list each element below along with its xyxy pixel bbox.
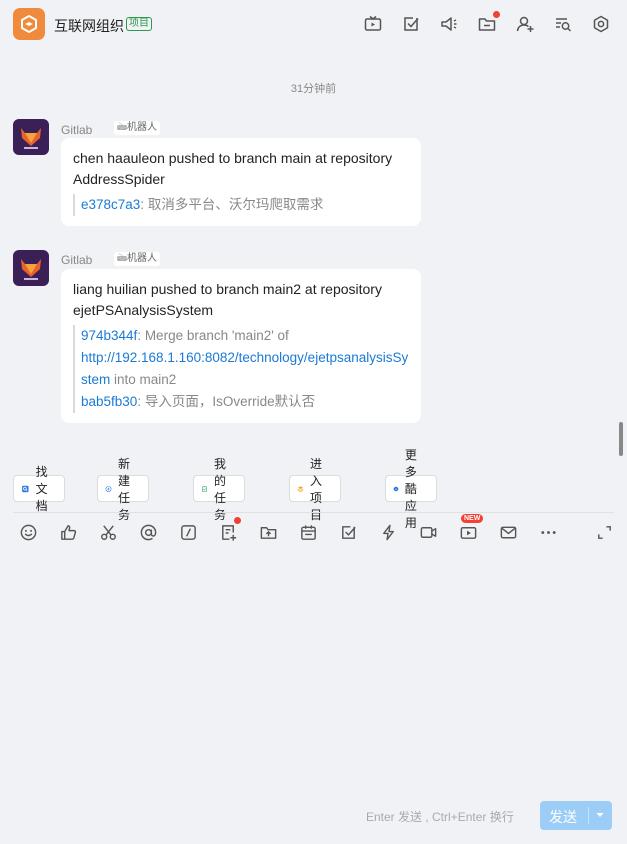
commit-hash-link[interactable]: 974b344f [81,328,137,343]
message-text: chen haauleon pushed to branch main at r… [73,150,393,187]
commit-message: : 导入页面，IsOverride默认否 [137,394,316,409]
sender-name[interactable]: Gitlab [61,253,92,267]
emoji-icon[interactable] [17,521,39,543]
notification-dot [493,11,500,18]
new-badge: NEW [461,514,484,523]
lightning-icon[interactable] [377,521,399,543]
thumbs-up-icon[interactable] [57,521,79,543]
announcement-icon[interactable] [439,14,459,34]
chat-scrollbar[interactable] [619,422,623,456]
new-task-button[interactable]: 新建任务 [97,457,150,522]
video-icon[interactable] [417,521,439,543]
plus-circle-icon [105,485,112,492]
commit-message-tail: into main2 [110,372,177,387]
upload-icon[interactable] [257,521,279,543]
search-list-icon[interactable] [553,14,573,34]
more-apps-label: 更多酷应用 [404,448,417,530]
task-check-icon[interactable] [401,14,421,34]
project-tag: 项目 [126,17,152,31]
enter-project-button[interactable]: 进入项目 [289,457,342,522]
robot-icon: 🖮 [117,253,127,264]
send-label: 发送 [549,809,577,825]
send-hint: Enter 发送 , Ctrl+Enter 换行 [366,810,514,824]
live-icon[interactable] [457,521,479,543]
bot-avatar[interactable] [13,119,49,155]
send-options-chevron-icon[interactable] [596,809,604,821]
commit-item: 974b344f: Merge branch 'main2' of http://… [81,325,409,391]
group-avatar[interactable] [13,8,45,40]
scissors-icon[interactable] [97,521,119,543]
task-icon[interactable] [337,521,359,543]
find-doc-button[interactable]: 找文档 [13,465,66,513]
sender-name[interactable]: Gitlab [61,123,92,137]
bot-avatar[interactable] [13,250,49,286]
gitlab-fox-icon [21,259,41,280]
notification-dot [234,517,241,524]
add-member-icon[interactable] [515,14,535,34]
expand-icon[interactable] [593,521,615,543]
my-tasks-button[interactable]: 我的任务 [193,457,246,522]
robot-tag: 🖮机器人 [114,252,160,266]
slash-command-icon[interactable] [177,521,199,543]
clipboard-check-icon [202,485,207,492]
tv-icon[interactable] [363,14,383,34]
composer-divider [13,512,614,513]
message-bubble[interactable]: liang huilian pushed to branch main2 at … [61,269,421,423]
commit-message: : 取消多平台、沃尔玛爬取需求 [140,197,324,212]
group-title[interactable]: 互联网组织 [54,16,124,36]
commit-list: e378c7a3: 取消多平台、沃尔玛爬取需求 [73,194,409,216]
send-button[interactable]: 发送 [540,801,612,830]
robot-icon: 🖮 [117,122,127,133]
more-apps-button[interactable]: 更多酷应用 [385,448,438,530]
gitlab-fox-icon [21,128,41,149]
doc-add-icon[interactable] [217,521,239,543]
commit-list: 974b344f: Merge branch 'main2' of http://… [73,325,409,413]
robot-tag: 🖮机器人 [114,121,160,135]
commit-item: e378c7a3: 取消多平台、沃尔玛爬取需求 [81,194,409,216]
mention-icon[interactable] [137,521,159,543]
mail-icon[interactable] [497,521,519,543]
send-separator [588,807,589,824]
commit-hash-link[interactable]: e378c7a3 [81,197,140,212]
settings-icon[interactable] [591,14,611,34]
message-bubble[interactable]: chen haauleon pushed to branch main at r… [61,138,421,226]
message-text: liang huilian pushed to branch main2 at … [73,281,382,318]
chat-header: 互联网组织 项目 [0,0,627,50]
layers-icon [297,485,304,492]
calendar-icon[interactable] [297,521,319,543]
cool-app-icon [393,486,399,491]
commit-hash-link[interactable]: bab5fb30 [81,394,137,409]
more-icon[interactable] [537,521,559,543]
robot-label: 机器人 [127,122,157,133]
commit-item: bab5fb30: 导入页面，IsOverride默认否 [81,391,409,413]
message-timestamp: 31分钟前 [290,83,337,95]
find-doc-label: 找文档 [35,465,48,513]
hexagon-logo-icon [21,14,37,34]
commit-message: : Merge branch 'main2' of [137,328,289,343]
robot-label: 机器人 [127,253,157,264]
doc-search-icon [22,485,29,492]
